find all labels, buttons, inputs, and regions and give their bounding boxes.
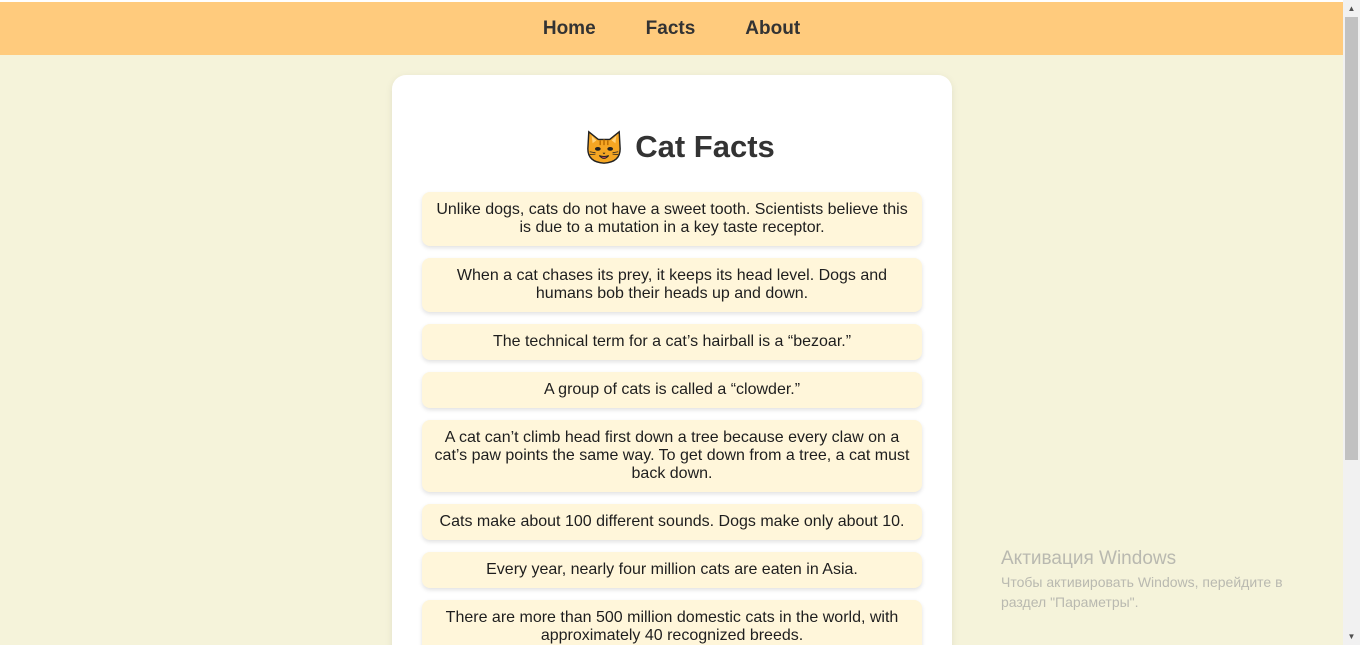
nav-facts-link[interactable]: Facts xyxy=(646,18,696,40)
fact-list: Unlike dogs, cats do not have a sweet to… xyxy=(422,192,922,645)
fact-item: When a cat chases its prey, it keeps its… xyxy=(422,258,922,312)
cat-face-icon xyxy=(587,130,622,164)
fact-item: Every year, nearly four million cats are… xyxy=(422,552,922,588)
fact-item: Unlike dogs, cats do not have a sweet to… xyxy=(422,192,922,246)
top-navbar: Home Facts About xyxy=(0,2,1343,55)
watermark-subtitle: Чтобы активировать Windows, перейдите в … xyxy=(1001,574,1283,610)
fact-item: A cat can’t climb head first down a tree… xyxy=(422,420,922,492)
fact-item: The technical term for a cat’s hairball … xyxy=(422,324,922,360)
watermark-title: Активация Windows xyxy=(1001,548,1177,569)
scrollbar-thumb[interactable] xyxy=(1345,17,1358,460)
fact-item: Cats make about 100 different sounds. Do… xyxy=(422,504,922,540)
page-title: Cat Facts xyxy=(635,129,775,164)
scroll-down-arrow-icon[interactable]: ▼ xyxy=(1343,628,1360,645)
scroll-up-arrow-icon[interactable]: ▲ xyxy=(1343,0,1360,17)
nav-home-link[interactable]: Home xyxy=(543,18,596,40)
vertical-scrollbar[interactable]: ▲ ▼ xyxy=(1343,0,1360,645)
fact-item: A group of cats is called a “clowder.” xyxy=(422,372,922,408)
windows-activation-watermark: Активация Windows Чтобы активировать Win… xyxy=(1001,548,1321,612)
nav-about-link[interactable]: About xyxy=(745,18,800,40)
page-title-row: Cat Facts xyxy=(0,128,1360,166)
fact-item: There are more than 500 million domestic… xyxy=(422,600,922,645)
